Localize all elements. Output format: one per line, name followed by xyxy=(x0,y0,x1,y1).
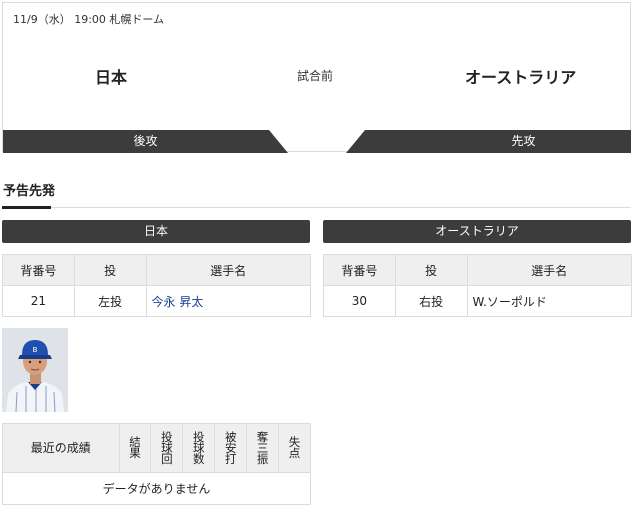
pitcher-throws: 右投 xyxy=(394,285,468,317)
game-info: 11/9（水） 19:00 札幌ドーム xyxy=(13,13,165,26)
pitcher-name-link[interactable]: 今永 昇太 xyxy=(152,295,204,309)
home-team-name: 日本 xyxy=(95,68,128,87)
player-photo-image: B xyxy=(2,328,68,412)
column-header-result: 結果 xyxy=(118,423,152,473)
column-header-name: 選手名 xyxy=(466,254,633,286)
section-divider xyxy=(2,207,631,208)
table-row: 30 右投 W.ソーポルド xyxy=(323,285,633,317)
game-card: 11/9（水） 19:00 札幌ドーム 日本 試合前 オーストラリア 後攻 先攻 xyxy=(2,2,631,153)
section-title-underline xyxy=(2,206,51,209)
away-team-header: オーストラリア xyxy=(323,220,631,243)
away-pitcher-table: 背番号 投 選手名 30 右投 W.ソーポルド xyxy=(323,254,633,317)
table-header-row: 最近の成績 結果 投球回 投球数 被安打 奪三振 失点 xyxy=(2,423,311,473)
home-team-header: 日本 xyxy=(2,220,310,243)
pitcher-name: W.ソーポルド xyxy=(466,285,633,317)
pitcher-throws: 左投 xyxy=(73,285,147,317)
game-status: 試合前 xyxy=(297,69,334,83)
column-header-throws: 投 xyxy=(73,254,147,286)
pitcher-name-cell: 今永 昇太 xyxy=(145,285,312,317)
svg-text:B: B xyxy=(33,346,38,354)
home-pitcher-table: 背番号 投 選手名 21 左投 今永 昇太 xyxy=(2,254,312,317)
empty-message: データがありません xyxy=(2,472,311,505)
column-header-number: 背番号 xyxy=(323,254,396,286)
column-header-innings: 投球回 xyxy=(150,423,184,473)
player-photo[interactable]: B xyxy=(2,328,68,412)
away-batting-order: 先攻 xyxy=(511,134,536,148)
column-header-pitches: 投球数 xyxy=(182,423,216,473)
recent-results-table: 最近の成績 結果 投球回 投球数 被安打 奪三振 失点 データがありません xyxy=(2,423,311,505)
table-row: データがありません xyxy=(2,472,311,505)
pitcher-number: 21 xyxy=(2,285,75,317)
home-batting-order-bar: 後攻 xyxy=(3,130,288,153)
column-header-hits-allowed: 被安打 xyxy=(214,423,248,473)
column-header-name: 選手名 xyxy=(145,254,312,286)
section-title: 予告先発 xyxy=(3,184,56,199)
pitcher-number: 30 xyxy=(323,285,396,317)
table-header-row: 背番号 投 選手名 xyxy=(2,254,312,286)
column-header-runs: 失点 xyxy=(278,423,311,473)
table-header-row: 背番号 投 選手名 xyxy=(323,254,633,286)
column-header-throws: 投 xyxy=(394,254,468,286)
column-header-recent: 最近の成績 xyxy=(2,423,120,473)
column-header-strikeouts: 奪三振 xyxy=(246,423,280,473)
column-header-number: 背番号 xyxy=(2,254,75,286)
home-batting-order: 後攻 xyxy=(133,134,158,148)
away-batting-order-bar: 先攻 xyxy=(346,130,631,153)
table-row: 21 左投 今永 昇太 xyxy=(2,285,312,317)
away-team-name: オーストラリア xyxy=(465,68,577,87)
